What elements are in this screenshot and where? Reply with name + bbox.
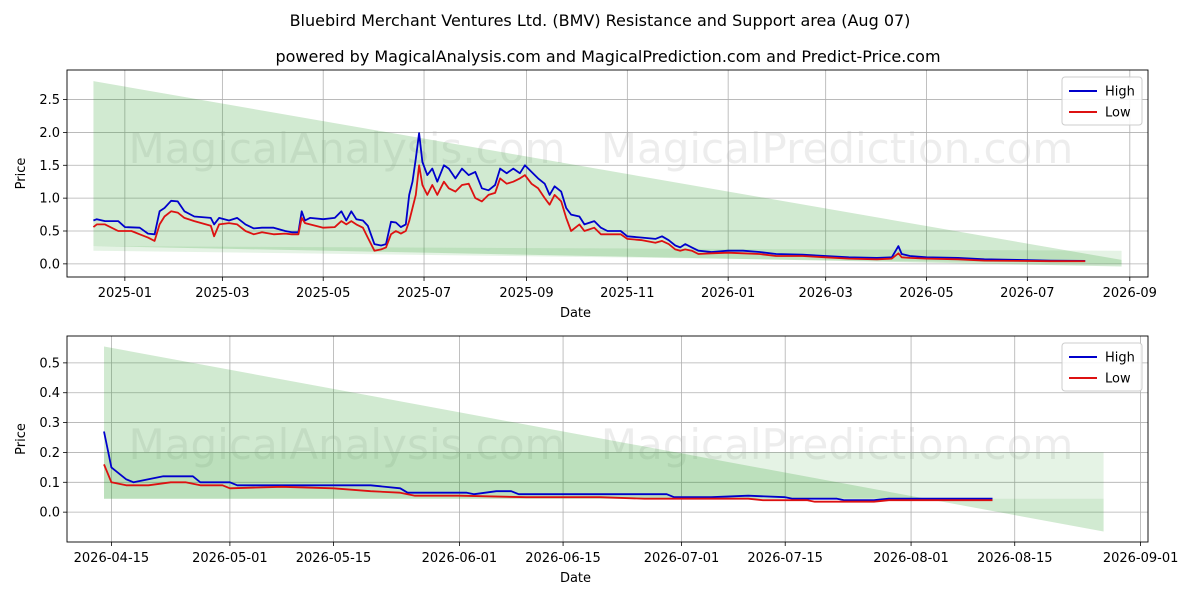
x-tick-label: 2026-05 bbox=[899, 286, 953, 301]
x-tick-label: 2026-08-15 bbox=[977, 551, 1053, 566]
x-tick-label: 2026-07-01 bbox=[644, 551, 720, 566]
y-tick-label: 0.1 bbox=[39, 476, 60, 491]
y-tick-label: 0.0 bbox=[39, 506, 60, 521]
chart-canvas: Bluebird Merchant Ventures Ltd. (BMV) Re… bbox=[14, 11, 1179, 586]
x-tick-label: 2026-04-15 bbox=[74, 551, 150, 566]
x-tick-label: 2026-06-15 bbox=[525, 551, 601, 566]
x-tick-label: 2025-11 bbox=[600, 286, 654, 301]
zoomed-plot: MagicalAnalysis.com MagicalPrediction.com… bbox=[14, 335, 1179, 586]
x-tick-label: 2026-09 bbox=[1103, 286, 1157, 301]
x-tick-label: 2026-09-01 bbox=[1103, 551, 1179, 566]
x-tick-label: 2026-03 bbox=[799, 286, 853, 301]
x-axis-label: Date bbox=[560, 306, 591, 321]
x-tick-label: 2026-08-01 bbox=[873, 551, 949, 566]
legend-label-high: High bbox=[1105, 351, 1135, 366]
y-tick-label: 0.3 bbox=[39, 416, 60, 431]
x-tick-label: 2026-07 bbox=[1000, 286, 1054, 301]
legend: High Low bbox=[1061, 76, 1143, 126]
x-tick-label: 2026-01 bbox=[701, 286, 755, 301]
legend-label-high: High bbox=[1105, 85, 1135, 100]
y-tick-label: 0.5 bbox=[39, 225, 60, 240]
x-tick-label: 2026-05-15 bbox=[296, 551, 372, 566]
x-tick-label: 2025-01 bbox=[98, 286, 152, 301]
chart-title: Bluebird Merchant Ventures Ltd. (BMV) Re… bbox=[290, 11, 911, 30]
legend: High Low bbox=[1061, 342, 1143, 392]
chart-subtitle: powered by MagicalAnalysis.com and Magic… bbox=[275, 47, 940, 66]
y-tick-label: 1.0 bbox=[39, 192, 60, 207]
legend-label-low: Low bbox=[1105, 372, 1131, 387]
legend-label-low: Low bbox=[1105, 106, 1131, 121]
chart-figure: Bluebird Merchant Ventures Ltd. (BMV) Re… bbox=[0, 0, 1200, 600]
y-tick-label: 2.0 bbox=[39, 126, 60, 141]
y-tick-label: 0.0 bbox=[39, 257, 60, 272]
y-tick-label: 0.2 bbox=[39, 446, 60, 461]
x-tick-label: 2025-09 bbox=[499, 286, 553, 301]
full-range-plot: MagicalAnalysis.com MagicalPrediction.com… bbox=[14, 69, 1157, 321]
x-tick-label: 2026-05-01 bbox=[192, 551, 268, 566]
resistance-support-band bbox=[104, 452, 1104, 499]
x-tick-label: 2025-03 bbox=[195, 286, 249, 301]
x-axis-label: Date bbox=[560, 571, 591, 586]
x-tick-label: 2026-06-01 bbox=[422, 551, 498, 566]
y-tick-label: 0.4 bbox=[39, 386, 60, 401]
y-axis-label: Price bbox=[14, 423, 29, 455]
y-tick-label: 2.5 bbox=[39, 93, 60, 108]
y-tick-label: 1.5 bbox=[39, 159, 60, 174]
x-tick-label: 2025-05 bbox=[296, 286, 350, 301]
y-tick-label: 0.5 bbox=[39, 356, 60, 371]
y-axis-label: Price bbox=[14, 158, 29, 190]
x-tick-label: 2025-07 bbox=[397, 286, 451, 301]
x-tick-label: 2026-07-15 bbox=[747, 551, 823, 566]
